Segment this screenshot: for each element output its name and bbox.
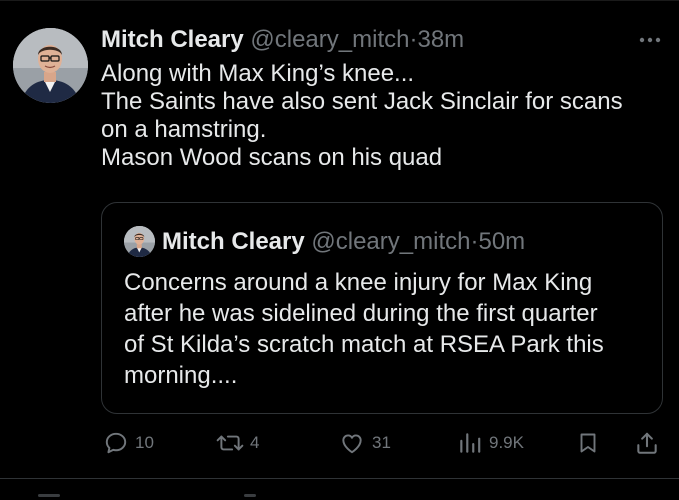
quoted-text-line: morning.... bbox=[124, 362, 238, 389]
tweet-text-line: on a hamstring. bbox=[101, 116, 267, 143]
tweet-header: Mitch Cleary @cleary_mitch·38m bbox=[101, 24, 464, 56]
retweet-button[interactable]: 4 bbox=[216, 428, 259, 458]
views-chart-icon bbox=[460, 433, 481, 453]
share-button[interactable] bbox=[634, 428, 660, 458]
quoted-text-line: of St Kilda’s scratch match at RSEA Park… bbox=[124, 331, 604, 358]
views-button[interactable]: 9.9K bbox=[457, 428, 524, 458]
top-divider bbox=[0, 0, 679, 1]
quoted-tweet-card[interactable]: Mitch Cleary @cleary_mitch·50m Concerns … bbox=[101, 202, 663, 414]
tweet-text-line: Along with Max King’s knee... bbox=[101, 60, 415, 87]
tweet-timestamp[interactable]: 38m bbox=[417, 26, 464, 53]
retweet-count: 4 bbox=[250, 433, 260, 452]
views-count: 9.9K bbox=[489, 433, 524, 452]
quoted-tweet-header: Mitch Cleary @cleary_mitch·50m bbox=[162, 226, 525, 258]
quoted-tweet-timestamp: 50m bbox=[478, 228, 526, 255]
next-tweet-fragment bbox=[244, 494, 256, 497]
avatar-portrait-icon bbox=[13, 28, 88, 103]
reply-icon bbox=[105, 432, 127, 454]
author-avatar[interactable] bbox=[13, 28, 88, 103]
like-button[interactable]: 31 bbox=[338, 428, 391, 458]
quoted-author-avatar bbox=[124, 226, 155, 257]
author-handle[interactable]: @cleary_mitch bbox=[250, 26, 409, 53]
like-count: 31 bbox=[372, 433, 391, 452]
author-name[interactable]: Mitch Cleary bbox=[101, 26, 244, 53]
share-icon bbox=[637, 432, 657, 454]
quoted-text-line: Concerns around a knee injury for Max Ki… bbox=[124, 269, 593, 296]
reply-button[interactable]: 10 bbox=[103, 428, 154, 458]
quoted-text-line: after he was sidelined during the first … bbox=[124, 300, 598, 327]
tweet-text-line: Mason Wood scans on his quad bbox=[101, 144, 443, 171]
bookmark-icon bbox=[580, 433, 596, 453]
quoted-author-handle: @cleary_mitch bbox=[311, 228, 471, 255]
tweet-action-bar: 10 4 31 9.9K bbox=[0, 428, 679, 458]
next-tweet-fragment bbox=[38, 494, 60, 497]
reply-count: 10 bbox=[135, 433, 154, 452]
tweet-text-line: The Saints have also sent Jack Sinclair … bbox=[101, 88, 623, 115]
quoted-tweet-text: Concerns around a knee injury for Max Ki… bbox=[124, 267, 654, 391]
avatar-portrait-icon bbox=[124, 226, 155, 257]
more-horizontal-icon[interactable] bbox=[638, 36, 662, 44]
quoted-author-name: Mitch Cleary bbox=[162, 228, 305, 255]
tweet-text: Along with Max King’s knee... The Saints… bbox=[101, 60, 666, 172]
heart-icon bbox=[342, 434, 362, 454]
retweet-icon bbox=[216, 435, 244, 451]
next-tweet-peek bbox=[0, 479, 679, 500]
bookmark-button[interactable] bbox=[576, 428, 600, 458]
